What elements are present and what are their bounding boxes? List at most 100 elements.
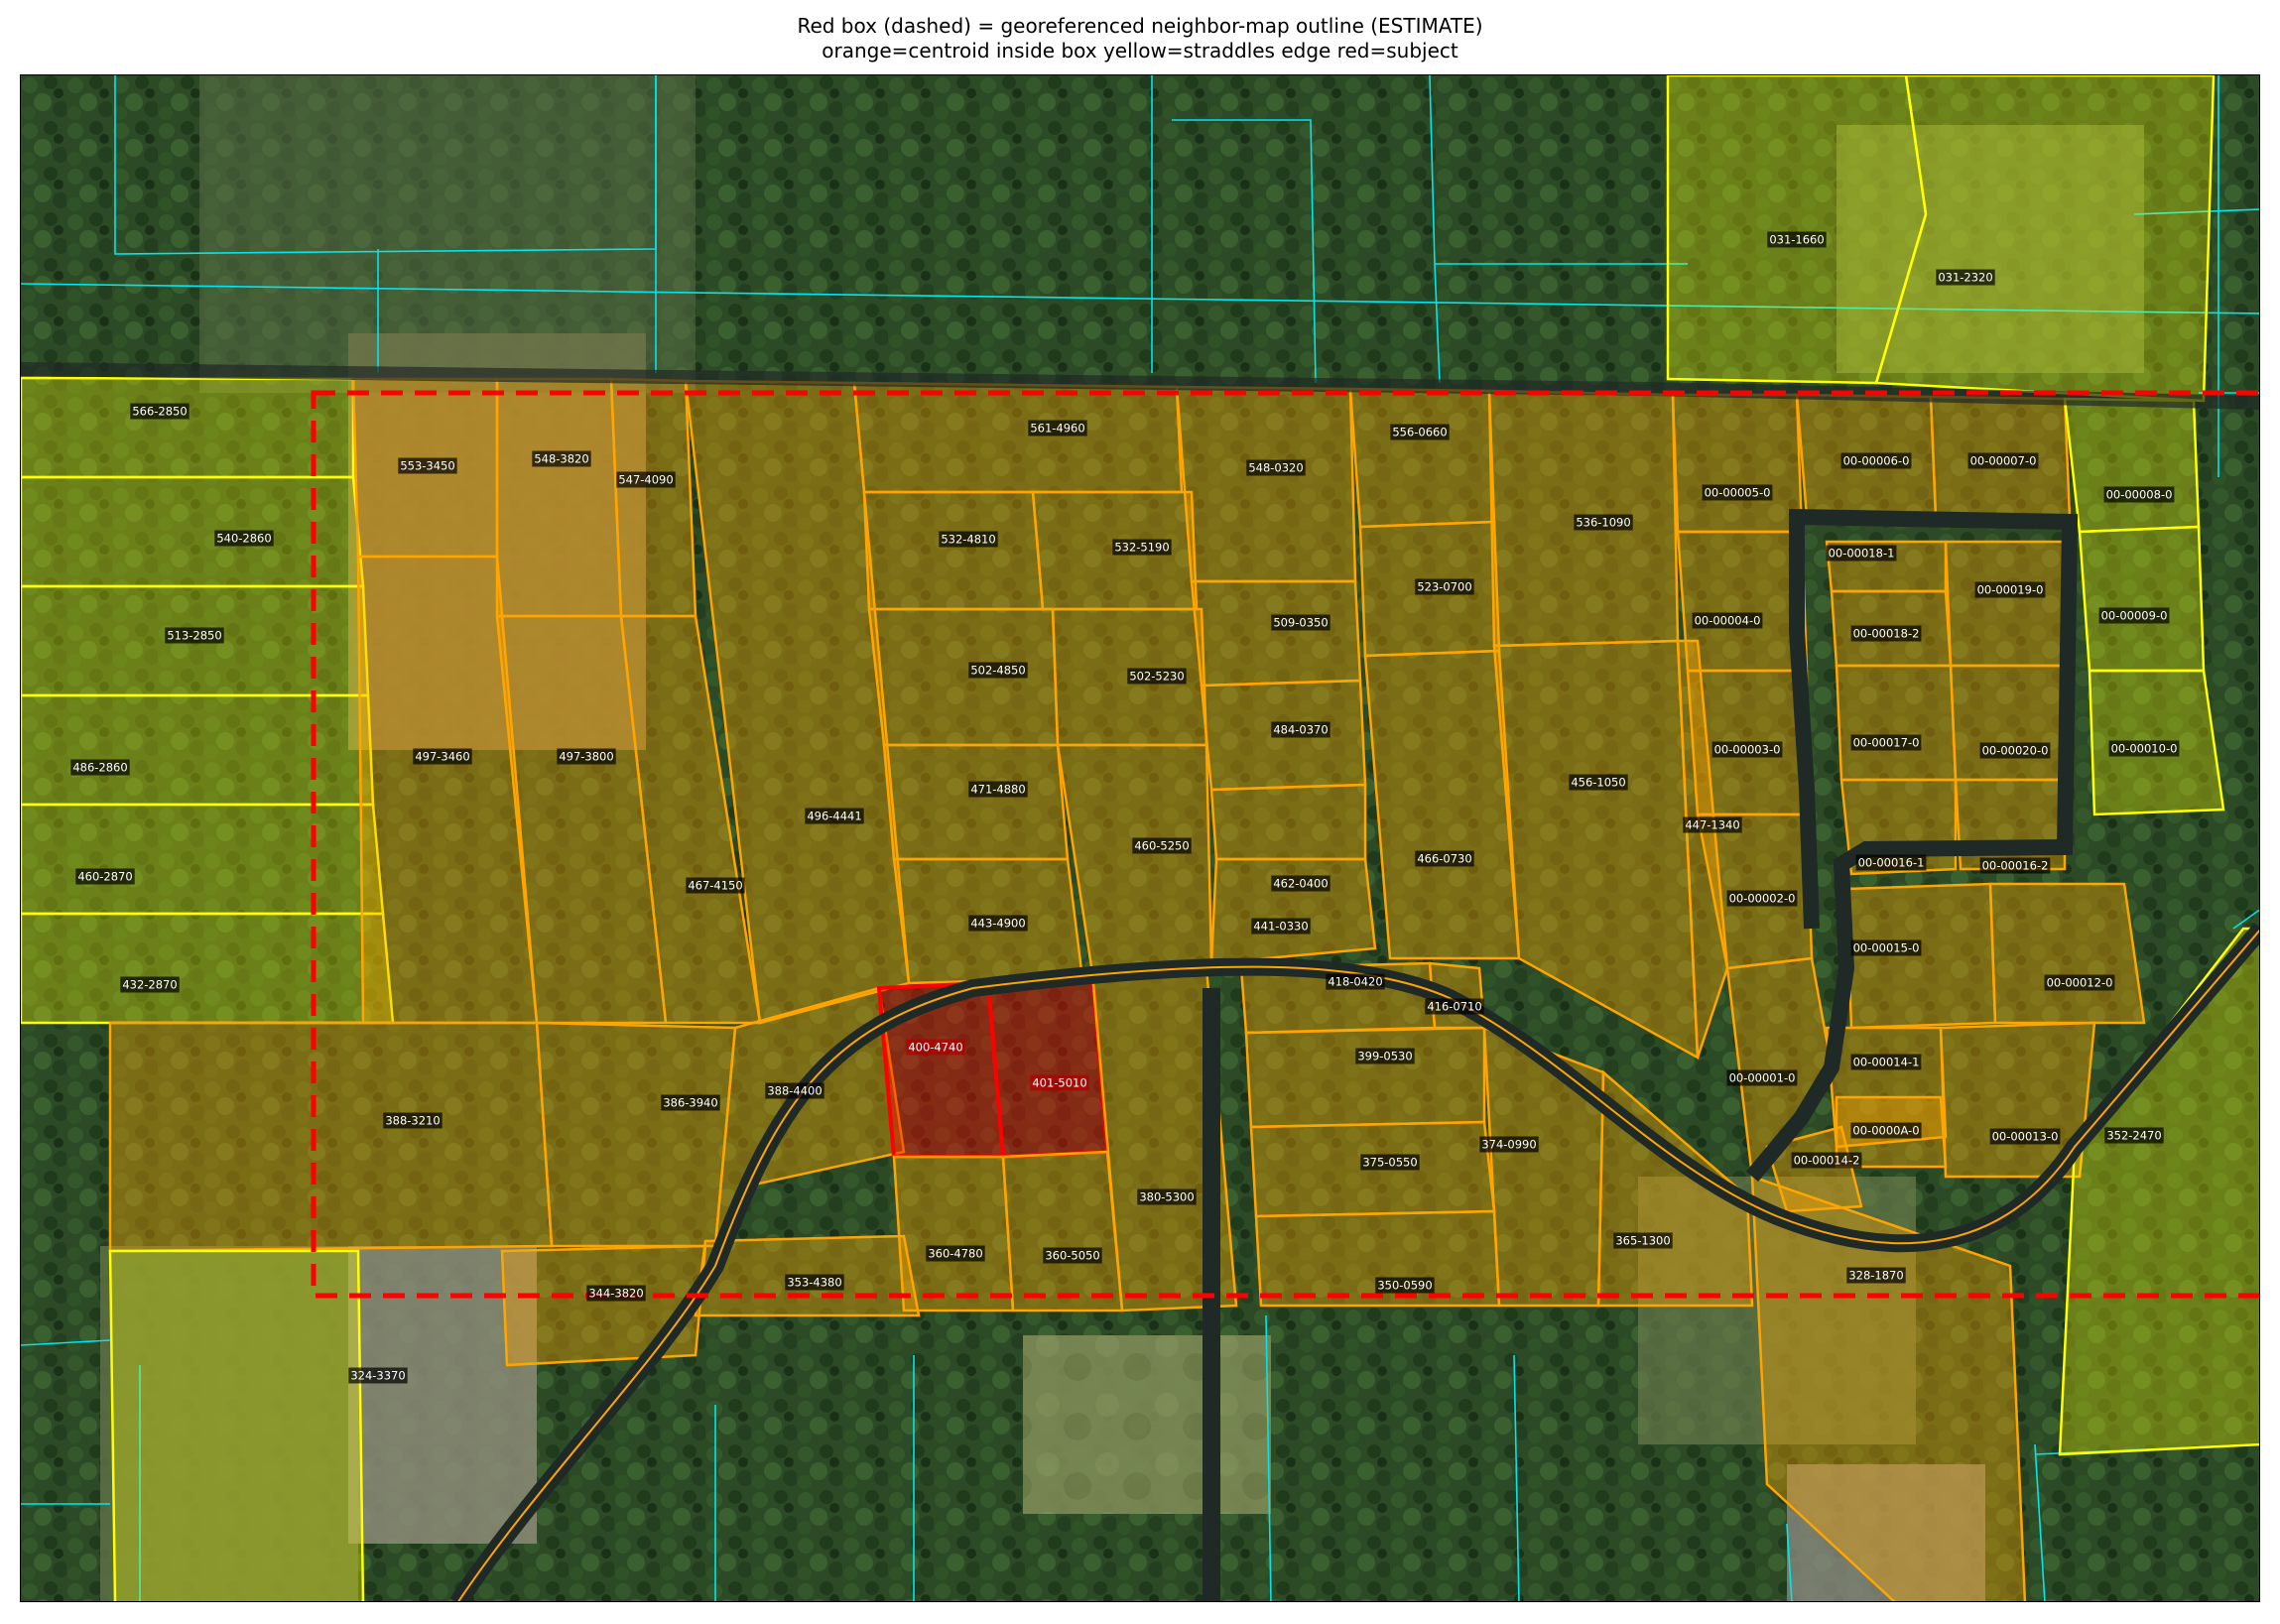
parcel-label: 00-0000A-0 [1852, 1124, 1919, 1138]
parcel-label: 386-3940 [663, 1096, 717, 1110]
parcel-509-0350[interactable] [1190, 579, 1362, 687]
parcel-548-0320[interactable] [1175, 385, 1357, 583]
parcel-00-00020-0[interactable] [1949, 664, 2067, 782]
parcel-label: 365-1300 [1615, 1234, 1670, 1248]
parcel-00-00005-0[interactable] [1671, 393, 1804, 534]
parcel-432-2870[interactable] [21, 912, 395, 1025]
parcel-532-4810[interactable] [862, 490, 1045, 611]
parcel-388-3210[interactable] [108, 1021, 554, 1253]
title-line-1: Red box (dashed) = georeferenced neighbo… [797, 14, 1483, 38]
map-title: Red box (dashed) = georeferenced neighbo… [0, 14, 2280, 63]
parcel-label: 00-00001-0 [1729, 1071, 1796, 1085]
parcel-label: 031-2320 [1938, 271, 1992, 285]
parcel-label: 566-2850 [132, 405, 187, 419]
parcel-label: 375-0550 [1362, 1156, 1417, 1170]
parcel-label: 00-00005-0 [1705, 486, 1771, 500]
parcel-label: 00-00016-1 [1858, 856, 1925, 870]
parcel-label: 400-4740 [908, 1041, 962, 1055]
parcel-label: 556-0660 [1392, 426, 1447, 439]
parcel-label: 388-3210 [385, 1114, 440, 1128]
parcel-label: 432-2870 [122, 978, 177, 992]
parcel-label: 031-1660 [1769, 233, 1824, 247]
parcel-label: 418-0420 [1328, 975, 1382, 989]
parcel-label: 353-4380 [787, 1276, 841, 1290]
parcel-556-0660[interactable] [1348, 387, 1496, 529]
parcel-label: 00-00009-0 [2101, 609, 2168, 623]
parcel-label: 360-4780 [928, 1247, 982, 1261]
parcel-00-00012-0[interactable] [1988, 882, 2146, 1025]
parcel-360-5050[interactable] [1001, 1150, 1124, 1312]
parcel-label: 553-3450 [400, 459, 454, 473]
parcel-386-3940[interactable] [535, 1021, 737, 1248]
parcel-label: 532-4810 [941, 533, 995, 547]
parcel-031-1660[interactable] [1666, 75, 1928, 385]
parcel-label: 513-2850 [167, 629, 221, 643]
parcel-label: 484-0370 [1273, 723, 1328, 737]
parcel-547-4090[interactable] [609, 377, 697, 618]
parcel-label: 447-1340 [1685, 818, 1739, 832]
parcel-label: 497-3800 [559, 750, 613, 764]
parcel-label: 443-4900 [970, 917, 1025, 931]
parcel-label: 00-00014-2 [1794, 1154, 1860, 1168]
parcel-399-0530[interactable] [1244, 1026, 1486, 1129]
parcel-label: 486-2860 [72, 761, 127, 775]
parcel-label: 460-5250 [1134, 839, 1189, 853]
parcel-441-0330[interactable] [1209, 857, 1377, 965]
parcel-00-00008-0[interactable] [2063, 397, 2201, 534]
parcel-502-4850[interactable] [867, 607, 1060, 747]
parcel-label: 388-4400 [767, 1084, 822, 1098]
parcel-566-2850[interactable] [21, 376, 355, 479]
parcel-label: 547-4090 [618, 473, 673, 487]
parcel-label: 416-0710 [1427, 1000, 1481, 1014]
parcel-label: 497-3460 [415, 750, 469, 764]
parcel-label: 462-0400 [1273, 877, 1328, 891]
parcel-00-00004-0[interactable] [1676, 530, 1809, 673]
parcel-label: 00-00006-0 [1843, 454, 1910, 468]
parcel-label: 00-00003-0 [1714, 743, 1781, 757]
parcel-00-00009-0[interactable] [2078, 525, 2206, 673]
parcel-label: 471-4880 [970, 783, 1025, 797]
parcel-label: 00-00018-2 [1853, 627, 1920, 641]
parcel-label: 502-4850 [970, 664, 1025, 678]
parcel-label: 496-4441 [807, 810, 861, 823]
parcel-label: 00-00013-0 [1992, 1130, 2059, 1144]
parcel-label: 324-3370 [350, 1369, 405, 1383]
parcel-548-3820[interactable] [495, 377, 623, 618]
parcel-label: 466-0730 [1417, 852, 1471, 866]
parcel-map[interactable]: 566-2850 540-2860 513-2850 486-2860 460-2870… [21, 75, 2260, 1602]
map-frame[interactable]: 566-2850 540-2860 513-2850 486-2860 460-2870… [20, 74, 2260, 1602]
parcel-label: 460-2870 [77, 870, 132, 884]
parcel-324-3370[interactable] [108, 1249, 365, 1602]
parcel-label: 00-00015-0 [1853, 941, 1920, 955]
parcel-label: 00-00010-0 [2111, 742, 2178, 756]
parcel-401-5010[interactable] [985, 970, 1110, 1160]
parcel-00-00019-0[interactable] [1944, 540, 2067, 668]
parcel-460-2870[interactable] [21, 803, 385, 916]
parcel-label: 502-5230 [1129, 670, 1184, 684]
parcel-00-00017-0[interactable] [1835, 664, 1958, 782]
parcel-label: 509-0350 [1273, 616, 1328, 630]
parcel-label: 00-00020-0 [1982, 744, 2049, 758]
parcel-374-0990[interactable] [1482, 1026, 1605, 1308]
parcel-label: 441-0330 [1253, 920, 1308, 934]
parcel-label: 352-2470 [2106, 1129, 2161, 1143]
parcel-471-4880[interactable] [882, 743, 1070, 861]
parcel-label: 401-5010 [1032, 1076, 1086, 1090]
parcel-561-4960[interactable] [852, 381, 1184, 494]
parcel-031-2320[interactable] [1874, 75, 2216, 403]
parcel-label: 399-0530 [1357, 1050, 1412, 1063]
parcel-466-0730[interactable] [1363, 649, 1521, 960]
parcel-label: 00-00008-0 [2106, 488, 2173, 502]
parcel-label: 536-1090 [1576, 516, 1630, 530]
parcel-label: 456-1050 [1571, 776, 1625, 790]
parcel-label: 548-3820 [534, 452, 588, 466]
parcel-label: 374-0990 [1481, 1138, 1536, 1152]
parcel-486-2860[interactable] [21, 693, 375, 807]
parcel-label: 00-00014-1 [1853, 1056, 1920, 1069]
parcel-label: 00-00016-2 [1982, 859, 2049, 873]
parcel-label: 467-4150 [688, 879, 742, 893]
parcel-462-0400[interactable] [1209, 783, 1367, 861]
parcel-344-3820[interactable] [500, 1244, 707, 1367]
parcel-label: 00-00018-1 [1829, 547, 1895, 561]
parcel-label: 548-0320 [1248, 461, 1303, 475]
